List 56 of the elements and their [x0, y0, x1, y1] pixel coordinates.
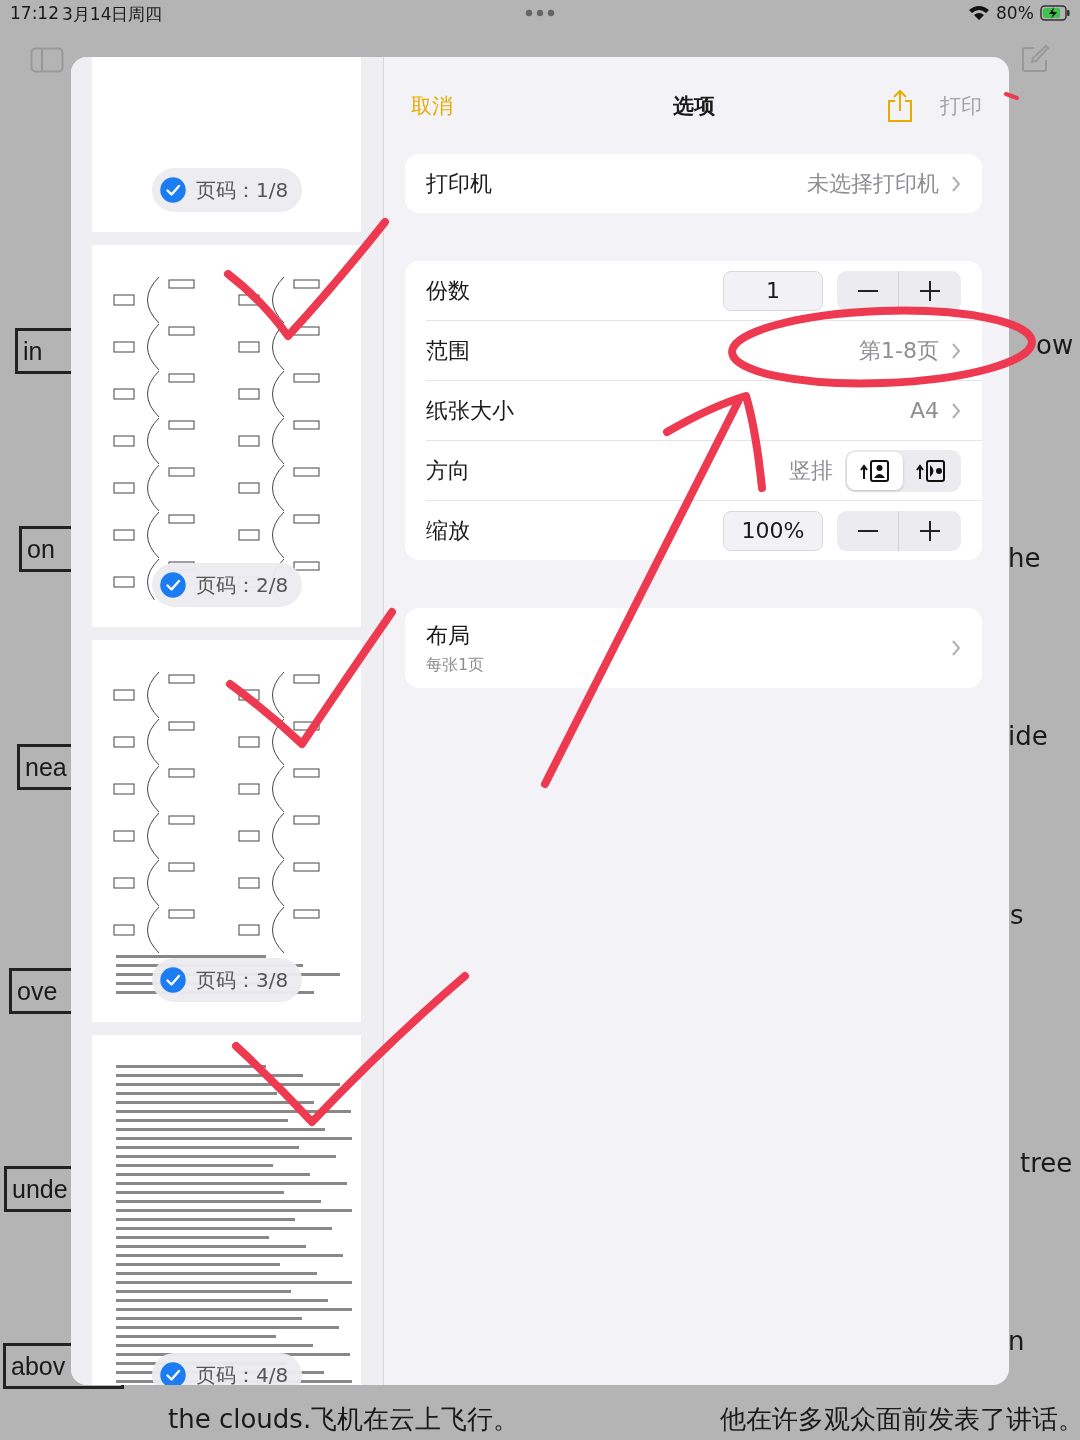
page-number-badge[interactable]: 页码：1/8: [152, 168, 303, 212]
check-icon[interactable]: [160, 967, 186, 993]
layout-label: 布局: [426, 621, 470, 650]
document-text: tree: [1020, 1148, 1073, 1178]
plus-icon: [920, 520, 940, 541]
setting-label: 份数: [426, 276, 470, 305]
layout-card[interactable]: 布局 每张1页: [405, 608, 982, 688]
increment-button[interactable]: [899, 270, 961, 311]
setting-value[interactable]: A4: [909, 398, 939, 423]
page-number-badge[interactable]: 页码：4/8: [152, 1353, 303, 1385]
more-dots-icon[interactable]: [525, 9, 555, 17]
status-date: 3月14日周四: [62, 3, 163, 26]
document-text: the clouds.飞机在云上飞行。: [168, 1403, 520, 1436]
setting-label: 方向: [426, 456, 470, 485]
setting-label: 纸张大小: [426, 396, 514, 425]
chevron-icon: [951, 174, 961, 193]
pen-mark: [1004, 92, 1019, 100]
dialog-title: 选项: [672, 92, 715, 120]
value-field[interactable]: 100%: [723, 510, 823, 551]
document-text: n: [1008, 1326, 1025, 1356]
page-thumbnail[interactable]: 页码：2/8: [92, 245, 361, 627]
decrement-button[interactable]: [837, 270, 899, 311]
chevron-icon: [951, 341, 961, 360]
setting-label: 缩放: [426, 516, 470, 545]
check-icon[interactable]: [160, 572, 186, 598]
page-thumbnail[interactable]: 页码：1/8: [92, 57, 361, 232]
page-thumbnail[interactable]: 页码：3/8: [92, 640, 361, 1022]
increment-button[interactable]: [899, 510, 961, 551]
document-text: s: [1010, 900, 1024, 930]
document-text: 他在许多观众面前发表了讲话。: [720, 1403, 1080, 1436]
wifi-icon: [968, 5, 990, 21]
portrait-icon: [860, 458, 890, 483]
page-number-badge[interactable]: 页码：3/8: [152, 958, 303, 1002]
document-text: ide: [1008, 721, 1048, 751]
check-icon[interactable]: [160, 1362, 186, 1385]
page-thumbnail[interactable]: 页码：4/8: [92, 1035, 361, 1385]
printer-value: 未选择打印机: [807, 169, 939, 198]
setting-value: 竖排: [789, 456, 833, 485]
value-field[interactable]: 1: [723, 270, 823, 311]
chevron-icon: [951, 639, 961, 657]
printer-card[interactable]: 打印机 未选择打印机: [405, 154, 982, 213]
layout-detail: 每张1页: [426, 654, 485, 676]
printer-label: 打印机: [426, 169, 492, 198]
document-text: ow: [1036, 330, 1074, 360]
landscape-icon: [916, 458, 946, 483]
battery-percent: 80%: [996, 3, 1034, 23]
check-icon[interactable]: [160, 177, 186, 203]
document-text: he: [1008, 543, 1041, 573]
setting-label: 范围: [426, 336, 470, 365]
battery-charging-icon: [1040, 5, 1070, 21]
plus-icon: [920, 280, 940, 301]
status-time: 17:12: [10, 3, 59, 23]
page-number-badge[interactable]: 页码：2/8: [152, 563, 303, 607]
chevron-icon: [951, 401, 961, 420]
setting-value[interactable]: 第1-8页: [859, 335, 939, 366]
orientation-option[interactable]: [847, 451, 903, 490]
